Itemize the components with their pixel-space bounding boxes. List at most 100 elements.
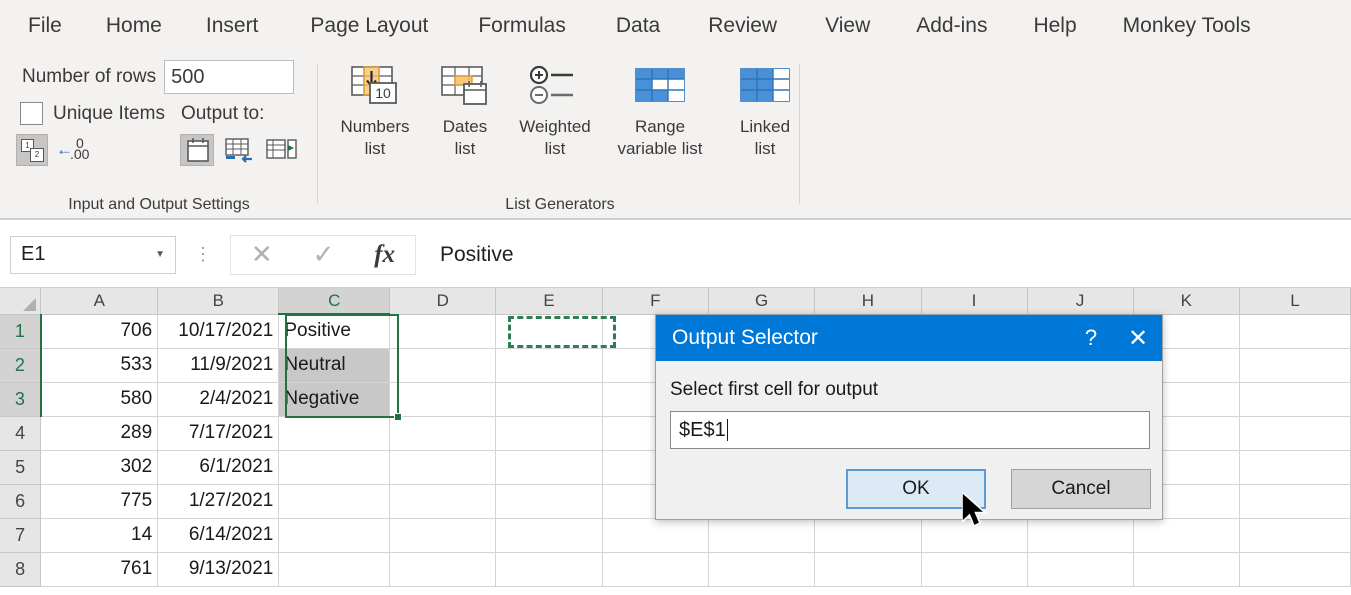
cell-k7[interactable] xyxy=(1133,518,1240,553)
number-of-rows-input[interactable] xyxy=(164,60,295,94)
cell-d6[interactable] xyxy=(389,484,497,519)
name-box[interactable]: E1 ▼ xyxy=(10,235,176,274)
cell-a3[interactable]: 580 xyxy=(40,382,159,417)
cell-c3[interactable]: Negative xyxy=(278,382,391,417)
confirm-entry-icon[interactable]: ✓ xyxy=(313,239,335,270)
cell-e6[interactable] xyxy=(495,484,603,519)
ribbon-tab-add-ins[interactable]: Add-ins xyxy=(916,10,987,42)
row-header-2[interactable]: 2 xyxy=(0,348,42,383)
row-header-3[interactable]: 3 xyxy=(0,382,42,417)
cell-e7[interactable] xyxy=(495,518,603,553)
column-header-c[interactable]: C xyxy=(278,288,391,315)
cell-a1[interactable]: 706 xyxy=(40,314,159,349)
cell-a5[interactable]: 302 xyxy=(40,450,159,485)
weighted-list-button[interactable]: Weighted list xyxy=(510,60,600,160)
cell-h7[interactable] xyxy=(814,518,922,553)
cell-b1[interactable]: 10/17/2021 xyxy=(157,314,280,349)
cell-c6[interactable] xyxy=(278,484,391,519)
cell-a8[interactable]: 761 xyxy=(40,552,159,587)
ribbon-tab-review[interactable]: Review xyxy=(708,10,777,42)
cell-b2[interactable]: 11/9/2021 xyxy=(157,348,280,383)
cell-b3[interactable]: 2/4/2021 xyxy=(157,382,280,417)
row-header-4[interactable]: 4 xyxy=(0,416,42,451)
cell-l1[interactable] xyxy=(1239,314,1351,349)
cell-j7[interactable] xyxy=(1027,518,1134,553)
ribbon-tab-file[interactable]: File xyxy=(28,10,62,42)
cell-a6[interactable]: 775 xyxy=(40,484,159,519)
cell-g8[interactable] xyxy=(708,552,816,587)
chevron-down-icon[interactable]: ▼ xyxy=(155,249,165,260)
ribbon-tab-home[interactable]: Home xyxy=(106,10,162,42)
cell-c5[interactable] xyxy=(278,450,391,485)
cell-l7[interactable] xyxy=(1239,518,1351,553)
cell-e3[interactable] xyxy=(495,382,603,417)
cell-b4[interactable]: 7/17/2021 xyxy=(157,416,280,451)
column-header-a[interactable]: A xyxy=(40,288,159,315)
ribbon-tab-help[interactable]: Help xyxy=(1033,10,1076,42)
column-header-b[interactable]: B xyxy=(157,288,280,315)
output-to-new-sheet-icon[interactable] xyxy=(180,134,214,166)
cell-d1[interactable] xyxy=(389,314,497,349)
cell-l5[interactable] xyxy=(1239,450,1351,485)
formula-bar-grip[interactable]: ⋮ xyxy=(194,244,212,265)
ribbon-tab-insert[interactable]: Insert xyxy=(206,10,259,42)
row-header-6[interactable]: 6 xyxy=(0,484,42,519)
cell-c8[interactable] xyxy=(278,552,391,587)
cell-a2[interactable]: 533 xyxy=(40,348,159,383)
fill-handle[interactable] xyxy=(394,413,402,421)
cell-f7[interactable] xyxy=(602,518,709,553)
row-header-7[interactable]: 7 xyxy=(0,518,42,553)
column-header-h[interactable]: H xyxy=(814,288,922,315)
cell-c7[interactable] xyxy=(278,518,391,553)
column-header-l[interactable]: L xyxy=(1239,288,1351,315)
cell-j8[interactable] xyxy=(1027,552,1134,587)
cell-b6[interactable]: 1/27/2021 xyxy=(157,484,280,519)
cell-c1[interactable]: Positive xyxy=(278,314,391,349)
cell-g7[interactable] xyxy=(708,518,816,553)
cell-f8[interactable] xyxy=(602,552,709,587)
cell-e2[interactable] xyxy=(495,348,603,383)
cell-k8[interactable] xyxy=(1133,552,1240,587)
column-header-j[interactable]: J xyxy=(1027,288,1134,315)
numbers-list-button[interactable]: 10 Numbers list xyxy=(330,60,420,160)
cell-d3[interactable] xyxy=(389,382,497,417)
cell-d4[interactable] xyxy=(389,416,497,451)
row-header-8[interactable]: 8 xyxy=(0,552,42,587)
cell-e8[interactable] xyxy=(495,552,603,587)
cell-c4[interactable] xyxy=(278,416,391,451)
cell-l2[interactable] xyxy=(1239,348,1351,383)
column-header-i[interactable]: I xyxy=(921,288,1028,315)
column-header-e[interactable]: E xyxy=(495,288,603,315)
cell-d7[interactable] xyxy=(389,518,497,553)
cell-e1[interactable] xyxy=(495,314,603,349)
cell-e5[interactable] xyxy=(495,450,603,485)
cell-b8[interactable]: 9/13/2021 xyxy=(157,552,280,587)
cell-l4[interactable] xyxy=(1239,416,1351,451)
dialog-title-bar[interactable]: Output Selector ? ✕ xyxy=(656,315,1162,361)
select-all-corner[interactable] xyxy=(0,288,42,315)
close-icon[interactable]: ✕ xyxy=(1114,324,1162,353)
linked-list-button[interactable]: Linked list xyxy=(720,60,810,160)
ribbon-tab-view[interactable]: View xyxy=(825,10,870,42)
ribbon-tab-formulas[interactable]: Formulas xyxy=(478,10,566,42)
column-header-f[interactable]: F xyxy=(602,288,709,315)
cell-d8[interactable] xyxy=(389,552,497,587)
unique-items-checkbox[interactable] xyxy=(20,102,43,125)
insert-function-icon[interactable]: fx xyxy=(374,241,395,269)
output-cell-input[interactable]: $E$1 xyxy=(670,411,1150,449)
decrease-decimal-icon[interactable]: ← 0 .00 xyxy=(56,134,98,166)
cell-b7[interactable]: 6/14/2021 xyxy=(157,518,280,553)
cancel-entry-icon[interactable]: ✕ xyxy=(251,239,273,270)
cell-l3[interactable] xyxy=(1239,382,1351,417)
cell-i8[interactable] xyxy=(921,552,1028,587)
cell-b5[interactable]: 6/1/2021 xyxy=(157,450,280,485)
output-to-existing-sheet-icon[interactable] xyxy=(222,134,256,166)
column-header-k[interactable]: K xyxy=(1133,288,1240,315)
output-to-range-icon[interactable] xyxy=(264,134,298,166)
cell-l6[interactable] xyxy=(1239,484,1351,519)
cell-h8[interactable] xyxy=(814,552,922,587)
ribbon-tab-monkey-tools[interactable]: Monkey Tools xyxy=(1123,10,1251,42)
cell-d2[interactable] xyxy=(389,348,497,383)
column-header-g[interactable]: G xyxy=(708,288,816,315)
dates-list-button[interactable]: Dates list xyxy=(420,60,510,160)
